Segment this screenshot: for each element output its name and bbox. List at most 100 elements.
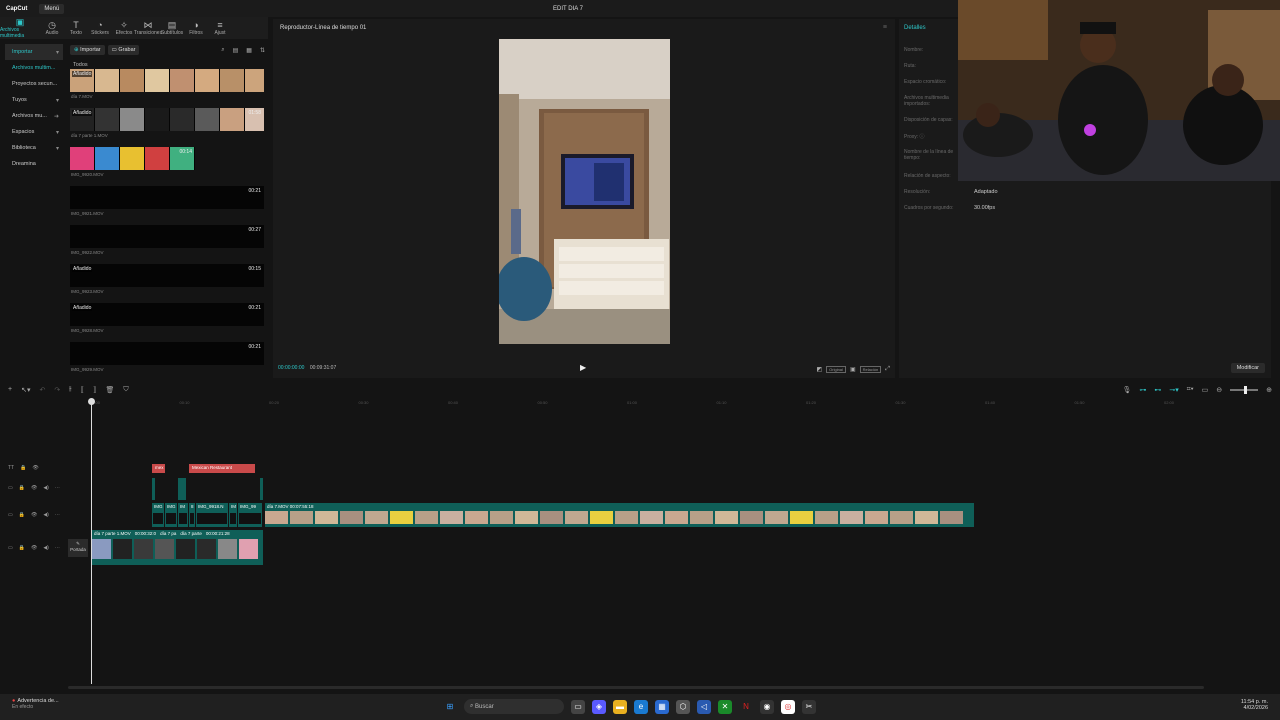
tab-sticker[interactable]: ◔ Stickers	[88, 17, 112, 39]
overlay-clip-marker[interactable]	[260, 478, 263, 500]
grid-view-icon[interactable]: ▦	[246, 47, 252, 54]
split-left-icon[interactable]: ⟦	[81, 386, 84, 394]
video-clip[interactable]: IMG_9918.N	[196, 503, 228, 527]
audio-icon[interactable]: ◀)	[43, 545, 49, 551]
modify-button[interactable]: Modificar	[1230, 363, 1265, 373]
crop-icon[interactable]: ◩	[816, 366, 822, 373]
sidebar-item[interactable]: Espacios ▾	[5, 124, 63, 140]
select-tool-icon[interactable]: ↖▾	[21, 386, 30, 394]
cover-button[interactable]: ✎ Portada	[68, 539, 88, 557]
system-clock[interactable]: 11:54 p. m. 4/02/2026	[1241, 699, 1268, 711]
windows-start-icon[interactable]: ⊞	[443, 700, 457, 714]
tab-effects[interactable]: ✧ Efectos	[112, 17, 136, 39]
lock-icon[interactable]: 🔒	[19, 485, 25, 491]
media-thumbnail[interactable]: Añadido 01:58	[70, 108, 264, 131]
chevron-icon[interactable]: ▾	[56, 129, 59, 136]
add-track-icon[interactable]: +	[8, 386, 12, 394]
audio-icon[interactable]: ◀)	[43, 485, 49, 491]
chevron-icon[interactable]: ▾	[56, 145, 59, 152]
netflix-icon[interactable]: N	[739, 700, 753, 714]
sidebar-item[interactable]: Archivos multim...	[5, 60, 63, 76]
media-thumbnail[interactable]: Añadido 00:21	[70, 303, 264, 326]
media-item[interactable]: Añadido 00:15 IMG_9923.MOV	[70, 264, 265, 303]
sort-icon[interactable]: ⇅	[260, 47, 265, 54]
lock-icon[interactable]: 🔒	[19, 512, 25, 518]
link-icon[interactable]: ⊶	[1139, 386, 1146, 394]
record-button[interactable]: ▭ Grabar	[107, 45, 140, 55]
more-icon[interactable]: ⋯	[55, 545, 60, 551]
play-button[interactable]: ▶	[580, 363, 586, 372]
timeline-scrollbar[interactable]	[68, 686, 1204, 689]
media-thumbnail[interactable]: Añadido 00:15	[70, 264, 264, 287]
tab-subtitles[interactable]: ▤ Subtítulos	[160, 17, 184, 39]
ratio-button[interactable]: Relación	[859, 366, 882, 373]
video-clip[interactable]: IMG_99	[238, 503, 262, 527]
preview-axis-icon[interactable]: ⌗▾	[1187, 386, 1194, 394]
tab-audio[interactable]: ◷ Audio	[40, 17, 64, 39]
media-thumbnail[interactable]: 00:21	[70, 342, 264, 365]
copilot-icon[interactable]: ◈	[592, 699, 606, 714]
video-clip[interactable]: IM	[178, 503, 188, 527]
fit-icon[interactable]: ▣	[850, 366, 856, 373]
settings-app-icon[interactable]: ⬡	[676, 699, 690, 714]
task-view-icon[interactable]: ▭	[571, 699, 585, 714]
more-icon[interactable]: ⋯	[55, 485, 60, 491]
tab-adjust[interactable]: ≡ Ajust	[208, 17, 232, 39]
search-icon[interactable]: ⌕	[221, 47, 224, 54]
filter-all-label[interactable]: Todos	[73, 62, 88, 68]
main-long-clip[interactable]: día 7.MOV 00:07:55:18	[265, 503, 974, 527]
media-item[interactable]: Añadido 01:58 día 7 parte 1.MOV	[70, 108, 265, 147]
import-button[interactable]: ⊕ Importar	[70, 45, 105, 55]
media-thumbnail[interactable]: 00:21	[70, 186, 264, 209]
lock-icon[interactable]: 🔒	[20, 465, 26, 471]
caption-icon[interactable]: ▭	[1202, 386, 1209, 394]
list-view-icon[interactable]: ▤	[233, 47, 239, 54]
more-icon[interactable]: ⋯	[55, 512, 60, 518]
text-clip[interactable]: Mexican Restaurant	[189, 464, 255, 473]
text-clip[interactable]: mex	[152, 464, 165, 473]
overlay-clip-marker[interactable]	[178, 478, 186, 500]
xbox-icon[interactable]: ✕	[718, 699, 732, 714]
capcut-taskbar-icon[interactable]: ✂	[802, 699, 816, 714]
media-item[interactable]: Añadido 00:21 IMG_9928.MOV	[70, 303, 265, 342]
sidebar-item[interactable]: Dreamina	[5, 156, 63, 172]
chevron-icon[interactable]: ▾	[56, 49, 59, 56]
media-thumbnail[interactable]: Añadido	[70, 69, 264, 92]
edge-icon[interactable]: e	[634, 699, 648, 714]
chevron-icon[interactable]: ➜	[54, 113, 59, 120]
zoom-out-icon[interactable]: ⊖	[1216, 386, 1222, 394]
tab-text[interactable]: T Texto	[64, 17, 88, 39]
magnet-icon[interactable]: ⊷	[1154, 386, 1161, 394]
tab-filters[interactable]: ◑ Filtros	[184, 17, 208, 39]
warning-widget[interactable]: ● Advertencia de... En efecto	[12, 698, 59, 710]
sidebar-item[interactable]: Biblioteca ▾	[5, 140, 63, 156]
vscode-icon[interactable]: ◁	[697, 699, 711, 714]
tab-transitions[interactable]: ⋈ Transiciones	[134, 17, 162, 39]
media-item[interactable]: 00:21 IMG_9921.MOV	[70, 186, 265, 225]
store-icon[interactable]: ▦	[655, 699, 669, 714]
eye-icon[interactable]: 👁	[31, 512, 37, 518]
obs-icon[interactable]: ◉	[760, 699, 774, 714]
sidebar-item[interactable]: Archivos mu... ➜	[5, 108, 63, 124]
base-track-clip[interactable]: día 7 parte 1.MOV 00:00:32:0 día 7 pa día 7…	[92, 530, 263, 565]
video-preview[interactable]	[499, 39, 670, 344]
undo-icon[interactable]: ↶	[39, 386, 45, 394]
snap-icon[interactable]: ⊸▾	[1169, 386, 1178, 394]
media-thumbnail[interactable]: 00:14	[70, 147, 195, 170]
file-explorer-icon[interactable]: ▬	[613, 699, 627, 714]
playhead[interactable]	[88, 398, 95, 684]
video-clip[interactable]: IMG	[165, 503, 177, 527]
original-button[interactable]: Original	[826, 366, 846, 373]
zoom-in-icon[interactable]: ⊕	[1266, 386, 1272, 394]
chrome-icon[interactable]: ◎	[781, 699, 795, 714]
video-clip[interactable]: IMG	[152, 503, 164, 527]
video-clip[interactable]: 8	[189, 503, 195, 527]
media-item[interactable]: Añadido día 7.MOV	[70, 69, 265, 108]
overlay-clip-marker[interactable]	[152, 478, 155, 500]
shield-icon[interactable]: ⛉	[123, 386, 128, 394]
taskbar-search[interactable]: ⌕ Buscar	[464, 699, 564, 714]
lock-icon[interactable]: 🔒	[19, 545, 25, 551]
sidebar-item[interactable]: Proyectos secun...	[5, 76, 63, 92]
zoom-slider[interactable]	[1230, 386, 1259, 394]
redo-icon[interactable]: ↷	[54, 386, 60, 394]
